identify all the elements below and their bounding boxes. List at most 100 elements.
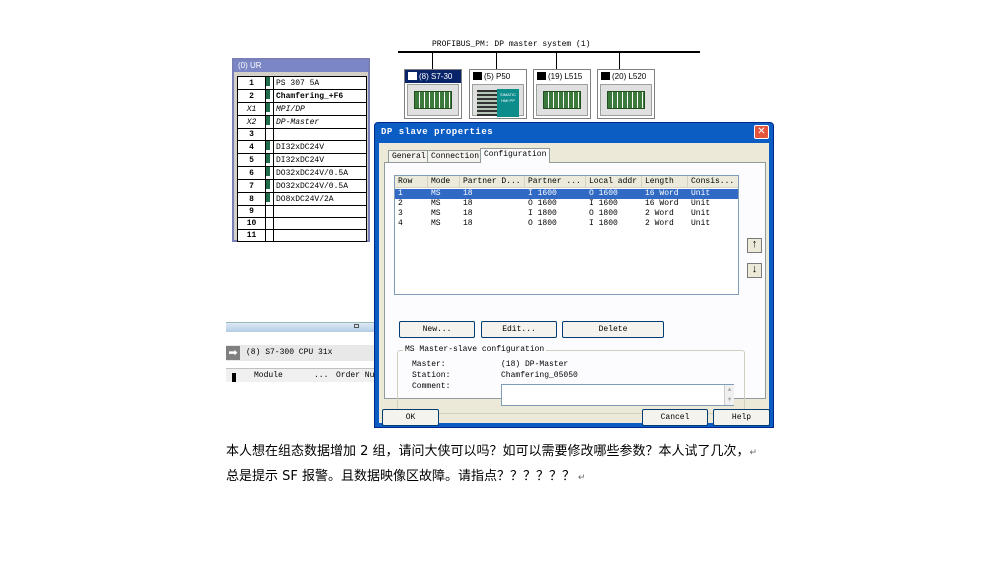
module-icon bbox=[265, 179, 274, 193]
list-row[interactable]: 1 MS 18 I 1600 O 1600 16 Word Unit bbox=[395, 189, 738, 199]
station-icon bbox=[473, 72, 482, 80]
slot-number: 5 bbox=[237, 153, 266, 167]
master-label: Master: bbox=[412, 360, 446, 369]
list-cell: 2 bbox=[398, 199, 403, 208]
list-cell: Unit bbox=[691, 219, 711, 228]
list-cell: 18 bbox=[463, 189, 473, 198]
master-value: (18) DP-Master bbox=[501, 360, 569, 369]
rack-slot-row[interactable]: 5 DI32xDC24V bbox=[237, 153, 367, 167]
cancel-button[interactable]: Cancel bbox=[642, 409, 708, 426]
list-cell: MS bbox=[431, 209, 441, 218]
slot-number: 11 bbox=[237, 229, 266, 242]
col-dots: ... bbox=[314, 371, 329, 380]
rack-slot-row[interactable]: X2 DP-Master bbox=[237, 115, 367, 129]
station-l515[interactable]: (19) L515 bbox=[533, 69, 591, 119]
rack-slot-row[interactable]: 9 bbox=[237, 205, 367, 218]
rack-slot-row[interactable]: 11 bbox=[237, 229, 367, 242]
rack-title: (0) UR bbox=[234, 60, 368, 72]
module-icon bbox=[265, 76, 274, 90]
scroll-strip[interactable] bbox=[226, 322, 374, 332]
column-header[interactable]: Length bbox=[642, 176, 688, 188]
strip-marker bbox=[354, 324, 359, 328]
help-button[interactable]: Help bbox=[713, 409, 770, 426]
plc-rack-image bbox=[543, 91, 581, 109]
module-name: DI32xDC24V bbox=[273, 140, 367, 154]
column-header[interactable]: Local addr bbox=[586, 176, 642, 188]
tab-configuration[interactable]: Configuration bbox=[480, 148, 551, 163]
column-header[interactable]: Consis... bbox=[688, 176, 738, 188]
profibus-line bbox=[398, 51, 700, 53]
comment-field[interactable] bbox=[501, 384, 734, 406]
rack-slot-row[interactable]: 10 bbox=[237, 217, 367, 230]
rack-slot-row[interactable]: 7 DO32xDC24V/0.5A bbox=[237, 179, 367, 193]
configuration-pane: Row Mode Partner D... Partner ... Local addr… bbox=[384, 162, 766, 414]
module-icon bbox=[265, 128, 274, 141]
plc-rack-image bbox=[414, 91, 452, 109]
station-l520[interactable]: (20) L520 bbox=[597, 69, 655, 119]
col-order-number[interactable]: Order Nu bbox=[336, 371, 374, 380]
column-header[interactable]: Row bbox=[395, 176, 428, 188]
module-icon bbox=[265, 205, 274, 218]
close-icon[interactable]: ✕ bbox=[754, 125, 769, 139]
delete-button[interactable]: Delete bbox=[562, 321, 664, 338]
module-name: DO8xDC24V/2A bbox=[273, 192, 367, 206]
list-cell: O 1800 bbox=[589, 209, 618, 218]
selected-station-bar[interactable]: ➡ (8) S7-300 CPU 31x bbox=[226, 345, 374, 361]
slot-number: X1 bbox=[237, 102, 266, 116]
bus-label: PROFIBUS_PM: DP master system (1) bbox=[432, 40, 591, 49]
station-label: (8) S7-30 bbox=[419, 72, 453, 81]
slot-number: 3 bbox=[237, 128, 266, 141]
column-header[interactable]: Mode bbox=[428, 176, 460, 188]
comment-label: Comment: bbox=[412, 382, 451, 391]
rack-slot-row[interactable]: 6 DO32xDC24V/0.5A bbox=[237, 166, 367, 180]
master-slave-group: MS Master-slave configuration Master: (1… bbox=[397, 345, 745, 414]
slot-number: 7 bbox=[237, 179, 266, 193]
arrow-right-icon[interactable]: ➡ bbox=[226, 346, 240, 360]
column-header[interactable]: Partner D... bbox=[460, 176, 525, 188]
ok-button[interactable]: OK bbox=[382, 409, 439, 426]
move-down-button[interactable]: ↓ bbox=[747, 263, 762, 278]
rack-slot-row[interactable]: 1 PS 307 5A bbox=[237, 76, 367, 90]
module-icon bbox=[265, 153, 274, 167]
list-row[interactable]: 4 MS 18 O 1800 I 1800 2 Word Unit bbox=[395, 219, 738, 229]
rack-slot-row[interactable]: X1 MPI/DP bbox=[237, 102, 367, 116]
ok-button-label: OK bbox=[405, 413, 416, 422]
station-icon bbox=[537, 72, 546, 80]
rack-slot-row[interactable]: 2 Chamfering_+F6 bbox=[237, 89, 367, 103]
station-p50[interactable]: (5) P50 SIMATIC HMI PP bbox=[469, 69, 527, 119]
comment-scrollbar[interactable]: ▲ ▼ bbox=[724, 385, 734, 405]
edit-button[interactable]: Edit... bbox=[481, 321, 557, 338]
rack-slot-row[interactable]: 3 bbox=[237, 128, 367, 141]
module-name bbox=[273, 128, 367, 141]
list-row[interactable]: 2 MS 18 O 1600 I 1600 16 Word Unit bbox=[395, 199, 738, 209]
move-up-button[interactable]: ↑ bbox=[747, 238, 762, 253]
module-icon bbox=[265, 217, 274, 230]
station-s7-300[interactable]: (8) S7-30 bbox=[404, 69, 462, 119]
configuration-list[interactable]: Row Mode Partner D... Partner ... Local addr… bbox=[394, 175, 739, 295]
new-button[interactable]: New... bbox=[399, 321, 475, 338]
slot-number: 4 bbox=[237, 140, 266, 154]
list-cell: 4 bbox=[398, 219, 403, 228]
slot-number: 6 bbox=[237, 166, 266, 180]
rack-slot-row[interactable]: 4 DI32xDC24V bbox=[237, 140, 367, 154]
module-name: DO32xDC24V/0.5A bbox=[273, 179, 367, 193]
list-cell: MS bbox=[431, 219, 441, 228]
module-name bbox=[273, 229, 367, 242]
rack-slot-row[interactable]: 8 DO8xDC24V/2A bbox=[237, 192, 367, 206]
slot-number: 9 bbox=[237, 205, 266, 218]
list-cell: 3 bbox=[398, 209, 403, 218]
station-icon bbox=[408, 72, 417, 80]
station-icon bbox=[601, 72, 610, 80]
list-row[interactable]: 3 MS 18 I 1800 O 1800 2 Word Unit bbox=[395, 209, 738, 219]
slot-number: 10 bbox=[237, 217, 266, 230]
module-list-header: Module ... Order Nu bbox=[226, 368, 374, 382]
col-module[interactable]: Module bbox=[254, 371, 283, 380]
module-name: DI32xDC24V bbox=[273, 153, 367, 167]
bus-drop bbox=[619, 53, 620, 69]
bus-drop bbox=[496, 53, 497, 69]
list-cell: I 1800 bbox=[528, 209, 557, 218]
column-header[interactable]: Partner ... bbox=[525, 176, 586, 188]
module-name: DO32xDC24V/0.5A bbox=[273, 166, 367, 180]
rack-window: (0) UR 1 PS 307 5A 2 Chamfering_+F6 X1 MPI/DP… bbox=[232, 58, 370, 242]
station-value: Chamfering_05050 bbox=[501, 371, 578, 380]
